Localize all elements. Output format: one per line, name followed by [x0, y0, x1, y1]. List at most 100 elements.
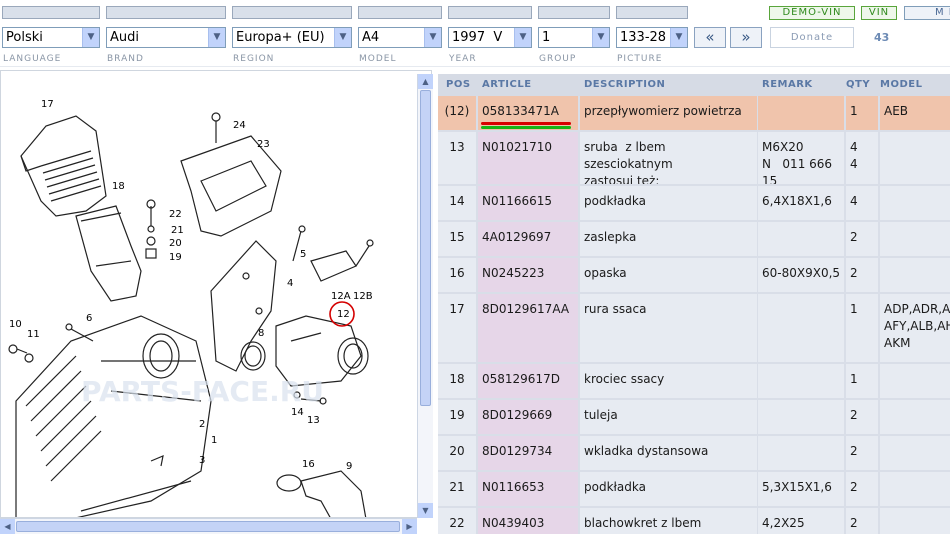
- chevron-down-icon: ▼: [334, 28, 351, 47]
- cell-remark: 6,4X18X1,6: [758, 186, 844, 220]
- prev-picture-button[interactable]: «: [694, 27, 726, 48]
- table-row[interactable]: 14 N01166615 podkładka 6,4X18X1,6 4: [438, 186, 950, 222]
- picture-strip-box: [616, 6, 688, 19]
- callout-label[interactable]: 4: [287, 278, 293, 289]
- cell-description: sruba z lbem szesciokatnym zastosuj też:: [580, 132, 757, 184]
- table-row[interactable]: 21 N0116653 podkładka 5,3X15X1,6 2: [438, 472, 950, 508]
- callout-label[interactable]: 12: [337, 309, 350, 320]
- scroll-right-icon[interactable]: ▶: [402, 519, 417, 534]
- demo-vin-button[interactable]: DEMO-VIN: [769, 6, 855, 20]
- cell-article[interactable]: N0245223: [478, 258, 578, 292]
- cell-article[interactable]: 8D0129617AA: [478, 294, 578, 362]
- table-row[interactable]: 18 058129617D krociec ssacy 1: [438, 364, 950, 400]
- group-label: GROUP: [539, 54, 577, 64]
- callout-label[interactable]: 3: [199, 455, 205, 466]
- cell-model: [880, 364, 950, 398]
- menu-button[interactable]: M E: [904, 6, 950, 20]
- year-select[interactable]: 1997 V ▼: [448, 27, 532, 48]
- callout-label[interactable]: 1: [211, 435, 217, 446]
- cell-article[interactable]: 8D0129734: [478, 436, 578, 470]
- cell-article[interactable]: N01021710: [478, 132, 578, 184]
- language-select[interactable]: Polski ▼: [2, 27, 100, 48]
- region-value: Europa+ (EU): [236, 30, 325, 45]
- table-row[interactable]: 178D0129617AArura ssaca 1ADP,ADR,AEB AFY,…: [438, 294, 950, 364]
- scroll-left-icon[interactable]: ◀: [0, 519, 15, 534]
- model-strip-box: [358, 6, 442, 19]
- parts-table: POS ARTICLE DESCRIPTION REMARK QTY MODEL…: [438, 74, 950, 534]
- diagram-vertical-scrollbar[interactable]: ▲ ▼: [417, 74, 433, 518]
- callout-label[interactable]: 17: [41, 99, 54, 110]
- callout-label[interactable]: 23: [257, 139, 270, 150]
- cell-model: [880, 258, 950, 292]
- cell-article[interactable]: N0116653: [478, 472, 578, 506]
- cell-article[interactable]: N0439403: [478, 508, 578, 534]
- callout-label[interactable]: 18: [112, 181, 125, 192]
- cell-remark: [758, 222, 844, 256]
- group-select[interactable]: 1 ▼: [538, 27, 610, 48]
- cell-remark: [758, 294, 844, 362]
- cell-description: przepływomierz powietrza: [580, 96, 757, 130]
- cell-description: blachowkret z lbem soczewko: [580, 508, 757, 534]
- cell-article[interactable]: N01166615: [478, 186, 578, 220]
- callout-label[interactable]: 22: [169, 209, 182, 220]
- top-strip: DEMO-VIN VIN M E: [0, 0, 950, 24]
- callout-label[interactable]: 11: [27, 329, 40, 340]
- table-row[interactable]: 20 8D0129734 wkladka dystansowa 2: [438, 436, 950, 472]
- table-header: POS ARTICLE DESCRIPTION REMARK QTY MODEL: [438, 74, 950, 96]
- callout-label[interactable]: 20: [169, 238, 182, 249]
- cell-pos: 14: [438, 186, 476, 220]
- table-row[interactable]: 16 N0245223 opaska 60-80X9X0,5 2: [438, 258, 950, 294]
- language-label: LANGUAGE: [3, 54, 62, 64]
- parts-diagram[interactable]: PARTS-FACE.RU 1724231822212019 5412A 12B12…: [1, 71, 417, 518]
- table-row[interactable]: 22N0439403blachowkret z lbem soczewko4,2…: [438, 508, 950, 534]
- callout-label[interactable]: 2: [199, 419, 205, 430]
- callout-label[interactable]: 19: [169, 252, 182, 263]
- callout-label[interactable]: 16: [302, 459, 315, 470]
- callout-label[interactable]: 5: [300, 249, 306, 260]
- table-row[interactable]: 19 8D0129669 tuleja 2: [438, 400, 950, 436]
- scroll-down-icon[interactable]: ▼: [418, 503, 433, 518]
- diagram-horizontal-scrollbar[interactable]: ◀ ▶: [0, 518, 417, 534]
- cell-remark: [758, 364, 844, 398]
- scrollbar-thumb[interactable]: [16, 521, 400, 532]
- cell-pos: 16: [438, 258, 476, 292]
- cell-qty: 2: [846, 508, 878, 534]
- parts-diagram-pane[interactable]: PARTS-FACE.RU 17 24 23 18 22 21 20 19 5 4 12A 12B 12…: [0, 70, 432, 518]
- cell-description: zaslepka: [580, 222, 757, 256]
- cell-description: podkładka: [580, 186, 757, 220]
- model-select[interactable]: A4 ▼: [358, 27, 442, 48]
- callout-label[interactable]: 21: [171, 225, 184, 236]
- chevron-down-icon: ▼: [82, 28, 99, 47]
- callout-label[interactable]: 12A: [331, 291, 351, 302]
- picture-select[interactable]: 133-28 ▼: [616, 27, 688, 48]
- callout-label[interactable]: 12B: [353, 291, 373, 302]
- cell-article[interactable]: 8D0129669: [478, 400, 578, 434]
- callout-label[interactable]: 14: [291, 407, 304, 418]
- table-row[interactable]: (12) 058133471A przepływomierz powietrza 1 A…: [438, 96, 950, 132]
- callout-label[interactable]: 6: [86, 313, 92, 324]
- scroll-up-icon[interactable]: ▲: [418, 74, 433, 89]
- callout-label[interactable]: 13: [307, 415, 320, 426]
- scrollbar-thumb[interactable]: [420, 90, 431, 406]
- callout-label[interactable]: 24: [233, 120, 246, 131]
- cell-article[interactable]: 058129617D: [478, 364, 578, 398]
- next-picture-button[interactable]: »: [730, 27, 762, 48]
- year-label: YEAR: [449, 54, 477, 64]
- cell-model: [880, 400, 950, 434]
- vin-button[interactable]: VIN: [861, 6, 897, 20]
- table-row[interactable]: 15 4A0129697 zaslepka 2: [438, 222, 950, 258]
- callout-label[interactable]: 10: [9, 319, 22, 330]
- callout-label[interactable]: 8: [258, 328, 264, 339]
- cell-model: [880, 132, 950, 184]
- cell-article[interactable]: 4A0129697: [478, 222, 578, 256]
- cell-pos: 22: [438, 508, 476, 534]
- donate-button[interactable]: Donate: [770, 27, 854, 48]
- chevron-down-icon: ▼: [670, 28, 687, 47]
- brand-label: BRAND: [107, 54, 144, 64]
- cell-description: tuleja: [580, 400, 757, 434]
- table-row[interactable]: 13 N01021710 sruba z lbem szesciokatnym za…: [438, 132, 950, 186]
- callout-label[interactable]: 9: [346, 461, 352, 472]
- brand-select[interactable]: Audi ▼: [106, 27, 226, 48]
- cell-remark: [758, 436, 844, 470]
- region-select[interactable]: Europa+ (EU) ▼: [232, 27, 352, 48]
